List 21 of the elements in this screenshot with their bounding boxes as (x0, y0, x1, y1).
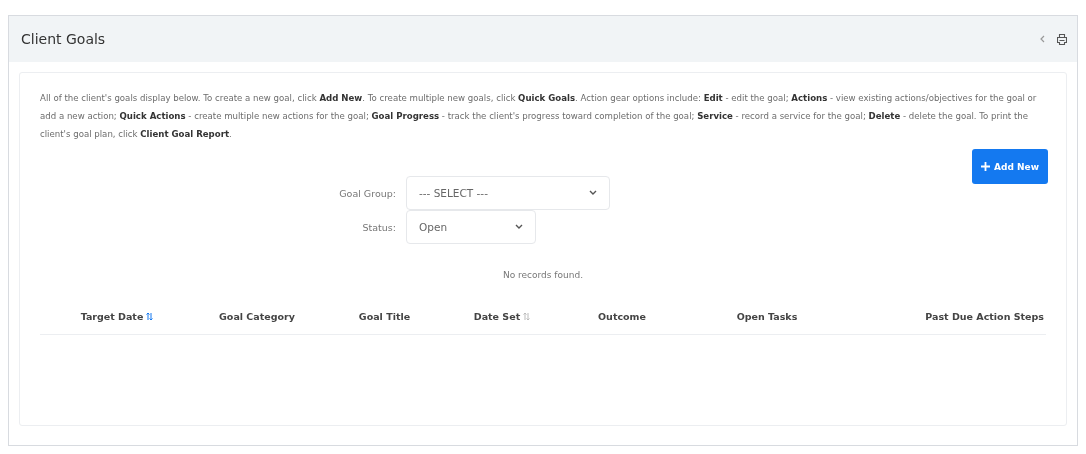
printer-icon[interactable] (1057, 33, 1067, 45)
column-header[interactable]: Goal Title (322, 310, 447, 322)
chevron-down-icon (515, 224, 523, 230)
plus-icon (981, 162, 991, 171)
field-label: Goal Group: (339, 187, 396, 199)
column-header[interactable]: Outcome (557, 310, 687, 322)
select-field[interactable]: Open (406, 210, 536, 244)
empty-message: No records found. (501, 270, 585, 280)
chevron-left-icon[interactable] (1040, 35, 1045, 43)
column-header[interactable]: Open Tasks (687, 310, 847, 322)
sort-icon[interactable] (146, 311, 154, 321)
field-label: Status: (362, 221, 396, 233)
instructions-text: All of the client's goals display below. To create a new goal, click Add New. To create multiple new goals, click Quick Goals. Action gear options include: Edit - edit the goal; Actions - view existing actions/objectives for the goal or add a new action; Quick Actions - create multiple new actions for the goal; Goal Progress - track the client's progress toward completion of the goal; Service - record a service for the goal; Delete - delete the goal. To print the client's goal plan, click Client Goal Report. (40, 92, 1038, 141)
column-header[interactable]: Target Date (42, 310, 192, 322)
column-header[interactable]: Date Set (447, 310, 557, 322)
column-header[interactable]: Goal Category (192, 310, 322, 322)
select-field[interactable]: --- SELECT --- (406, 176, 610, 210)
column-header[interactable]: Past Due Action Steps (847, 310, 1044, 322)
add-new-button[interactable]: Add New (972, 149, 1048, 184)
panel-title: Client Goals (21, 31, 107, 47)
chevron-down-icon (589, 190, 597, 196)
